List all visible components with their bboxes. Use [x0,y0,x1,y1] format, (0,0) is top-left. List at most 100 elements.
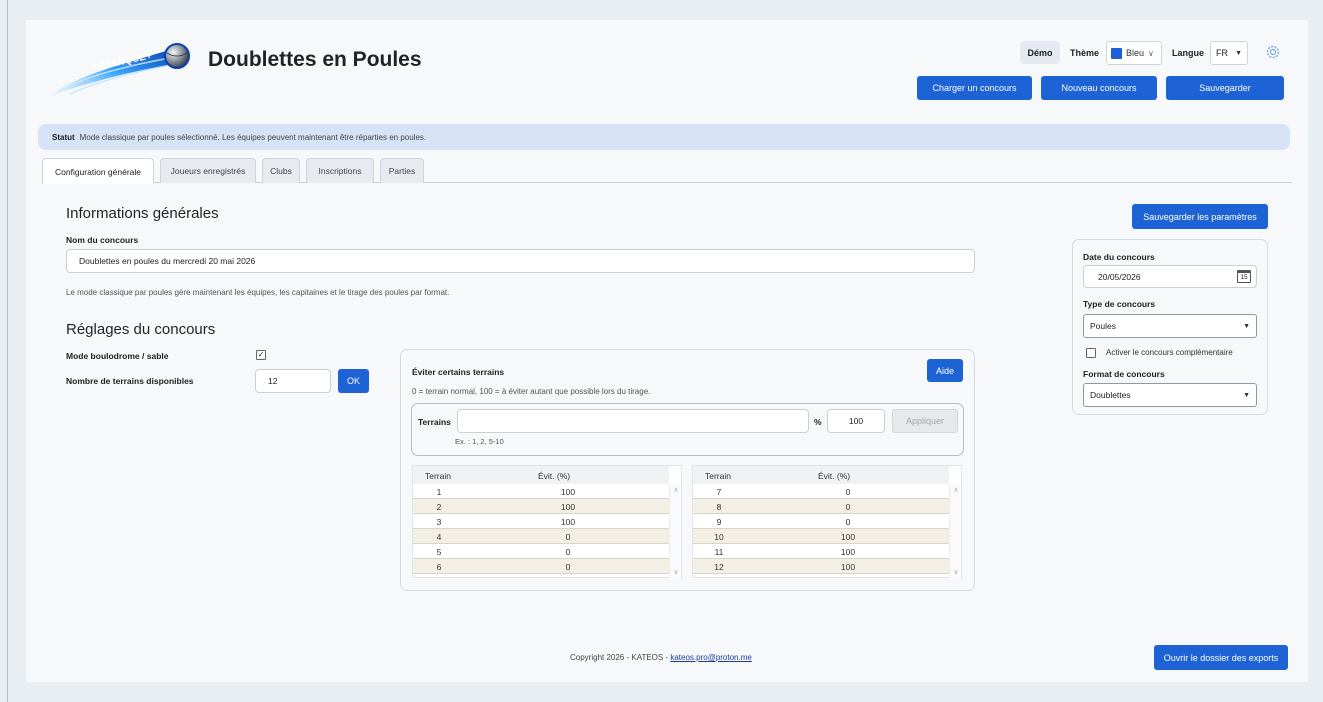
terrains-example: Ex. : 1, 2, 5-10 [455,437,504,446]
terrain-cell: 1 [436,487,442,497]
tab-parties[interactable]: Parties [380,158,424,183]
table-row[interactable]: 60 [413,559,669,574]
save-button[interactable]: Sauvegarder [1166,76,1284,100]
language-select[interactable]: FR ▼ [1210,41,1248,65]
table-row[interactable]: 1 100 [413,484,669,499]
app-title: Doublettes en Poules [208,48,422,71]
tab-joueurs-enregistres[interactable]: Joueurs enregistrés [160,158,256,183]
calendar-icon[interactable]: 15 [1237,270,1251,283]
date-label: Date du concours [1083,252,1155,262]
status-label: Statut [52,132,75,142]
type-select[interactable]: Poules ▼ [1083,314,1257,338]
open-exports-button[interactable]: Ouvrir le dossier des exports [1154,645,1288,670]
evit-cell: 100 [560,487,576,497]
table-scrollbar[interactable]: ∧ ∨ [949,484,961,578]
avoid-form: Terrains Ex. : 1, 2, 5-10 % 100 Applique… [411,403,964,456]
scroll-down-icon[interactable]: ∨ [950,568,962,576]
table-row[interactable]: 80 [693,499,949,514]
table-row[interactable]: 40 [413,529,669,544]
settings-heading: Réglages du concours [66,321,216,338]
status-text: Mode classique par poules sélectionné. L… [79,132,427,142]
theme-select[interactable]: Bleu ∨ [1106,41,1162,65]
format-label: Format de concours [1083,369,1165,379]
email-link[interactable]: kateos.pro@proton.me [670,653,752,662]
table-header: Terrain Évit. (%) [693,466,949,484]
table-row[interactable]: 12 100 [693,559,949,574]
demo-badge[interactable]: Démo [1020,41,1060,64]
scroll-down-icon[interactable]: ∨ [670,568,682,576]
terrains-label: Terrains [418,417,451,427]
type-value: Poules [1090,321,1116,331]
evit-cell: 0 [845,517,851,527]
theme-value: Bleu [1126,48,1145,58]
format-select[interactable]: Doublettes ▼ [1083,383,1257,407]
scroll-up-icon[interactable]: ∧ [670,486,682,494]
mode-note: Le mode classique par poules gère mainte… [66,288,450,297]
evit-cell: 100 [840,547,856,557]
theme-swatch [1111,47,1122,59]
tab-clubs[interactable]: Clubs [262,158,300,183]
fields-count-label: Nombre de terrains disponibles [66,376,194,386]
caret-down-icon: ▼ [1235,49,1242,57]
terrain-cell: 5 [436,547,442,557]
petanque-logo: PÉTANQUE+ [46,36,198,102]
terrain-cell: 10 [714,532,724,542]
caret-down-icon: ▼ [1243,322,1250,330]
terrain-cell: 6 [436,562,442,572]
apply-button[interactable]: Appliquer [892,409,958,433]
date-input[interactable]: 20/05/2026 15 [1083,265,1257,288]
scroll-up-icon[interactable]: ∧ [950,486,962,494]
ok-button[interactable]: OK [338,369,369,393]
copyright-text: Copyright 2026 - KATEOS - [570,653,671,662]
table-row[interactable]: 90 [693,514,949,529]
terrain-cell: 12 [714,562,724,572]
evit-cell: 0 [845,502,851,512]
tab-bar: Configuration générale Joueurs enregistr… [42,158,1292,184]
theme-label: Thème [1070,48,1100,58]
chevron-down-icon: ∨ [1148,48,1154,58]
evit-cell: 100 [560,502,576,512]
col-terrain-header: Terrain [705,471,731,481]
date-value: 20/05/2026 [1098,271,1141,282]
format-value: Doublettes [1090,390,1131,400]
evit-cell: 0 [565,562,571,572]
tab-configuration-generale[interactable]: Configuration générale [42,158,154,184]
new-contest-button[interactable]: Nouveau concours [1041,76,1157,100]
load-contest-button[interactable]: Charger un concours [917,76,1032,100]
footer: Copyright 2026 - KATEOS - kateos.pro@pro… [570,653,752,662]
terrain-cell: 8 [716,502,722,512]
table-scrollbar[interactable]: ∧ ∨ [669,484,681,578]
table-header: Terrain Évit. (%) [413,466,669,484]
terrain-cell: 4 [436,532,442,542]
evit-cell: 100 [560,517,576,527]
complement-checkbox[interactable] [1086,348,1096,358]
table-row[interactable]: 70 [693,484,949,499]
gear-icon[interactable] [1264,43,1282,61]
table-row[interactable]: 50 [413,544,669,559]
avoid-fields-panel: Éviter certains terrains Aide 0 = terrai… [400,349,975,591]
terrain-table-left: Terrain Évit. (%) 1 100 2 100 3 100 40 50 6… [412,465,682,578]
evit-cell: 0 [565,532,571,542]
evit-cell: 100 [840,562,856,572]
save-params-button[interactable]: Sauvegarder les paramètres [1132,204,1268,229]
terrain-cell: 2 [436,502,442,512]
col-evit-header: Évit. (%) [818,471,851,481]
terrains-input[interactable] [457,409,809,433]
percent-input[interactable]: 100 [827,409,885,433]
tab-inscriptions[interactable]: Inscriptions [306,158,374,183]
table-row[interactable]: 2 100 [413,499,669,514]
table-row[interactable]: 10 100 [693,529,949,544]
table-row[interactable]: 3 100 [413,514,669,529]
contest-options-panel: Date du concours 20/05/2026 15 Type de c… [1072,239,1268,415]
evit-cell: 100 [840,532,856,542]
avoid-hint: 0 = terrain normal, 100 = à éviter autan… [412,387,651,396]
evit-cell: 0 [565,547,571,557]
terrain-cell: 3 [436,517,442,527]
fields-count-input[interactable]: 12 [255,369,331,393]
table-row[interactable]: 11 100 [693,544,949,559]
contest-name-input[interactable]: Doublettes en poules du mercredi 20 mai … [66,249,975,273]
boulodrome-label: Mode boulodrome / sable [66,351,169,361]
col-evit-header: Évit. (%) [538,471,571,481]
help-button[interactable]: Aide [927,359,963,382]
boulodrome-checkbox[interactable]: ✓ [256,350,266,360]
